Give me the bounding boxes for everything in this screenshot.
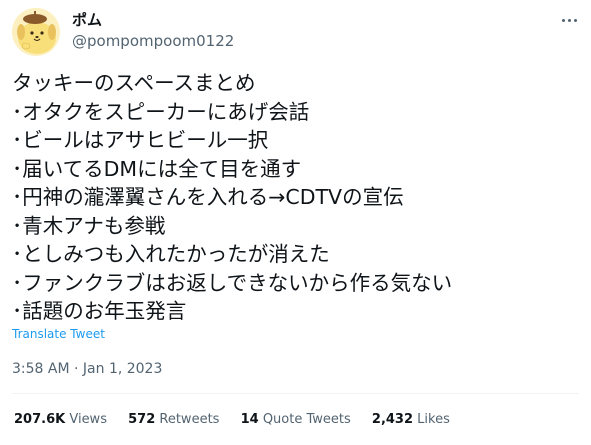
more-options-icon[interactable]	[559, 10, 579, 30]
views-stat: 207.6K Views	[14, 411, 107, 429]
tweet-line: ･ファンクラブはお返しできないから作る気ない	[12, 270, 453, 295]
tweet-time[interactable]: 3:58 AM	[12, 361, 70, 377]
tweet-card: ポム @pompompoom0122 タッキーのスペースまとめ ･オタクをスピー…	[0, 0, 591, 445]
retweets-count: 572	[128, 412, 156, 427]
views-label: Views	[69, 412, 107, 427]
translate-tweet-link[interactable]: Translate Tweet	[12, 326, 105, 342]
timestamp-separator: ·	[69, 361, 83, 377]
tweet-line: ･届いてるDMには全て目を通す	[12, 156, 302, 181]
tweet-text: タッキーのスペースまとめ ･オタクをスピーカーにあげ会話 ･ビールはアサヒビール…	[12, 69, 582, 326]
retweets-label: Retweets	[159, 412, 220, 427]
tweet-line: ･円神の瀧澤翼さんを入れる→CDTVの宣伝	[12, 185, 404, 209]
tweet-line: ･としみつも入れたかったが消えた	[12, 242, 330, 266]
quote-tweets-stat[interactable]: 14 Quote Tweets	[241, 411, 351, 429]
retweets-stat[interactable]: 572 Retweets	[128, 411, 219, 429]
tweet-line: ･話題のお年玉発言	[12, 299, 187, 323]
divider	[12, 393, 579, 394]
author-display-name[interactable]: ポム	[72, 10, 234, 30]
tweet-line: ･オタクをスピーカーにあげ会話	[12, 99, 310, 124]
author-names: ポム @pompompoom0122	[72, 10, 234, 51]
tweet-line: ･青木アナも参戦	[12, 213, 166, 238]
views-count: 207.6K	[14, 412, 66, 427]
quote-tweets-label: Quote Tweets	[262, 412, 351, 427]
tweet-date[interactable]: Jan 1, 2023	[83, 361, 162, 377]
likes-count: 2,432	[371, 412, 414, 427]
author-handle[interactable]: @pompompoom0122	[72, 31, 234, 51]
likes-label: Likes	[417, 412, 450, 427]
tweet-timestamp: 3:58 AM · Jan 1, 2023	[12, 359, 162, 379]
pompompurin-avatar-icon[interactable]	[12, 8, 60, 56]
tweet-line: タッキーのスペースまとめ	[12, 71, 256, 95]
tweet-stats: 207.6K Views 572 Retweets 14 Quote Tweet…	[14, 411, 467, 429]
tweet-header: ポム @pompompoom0122	[12, 8, 579, 56]
tweet-line: ･ビールはアサヒビール一択	[12, 128, 269, 152]
likes-stat[interactable]: 2,432 Likes	[372, 411, 450, 429]
quote-tweets-count: 14	[240, 412, 259, 427]
